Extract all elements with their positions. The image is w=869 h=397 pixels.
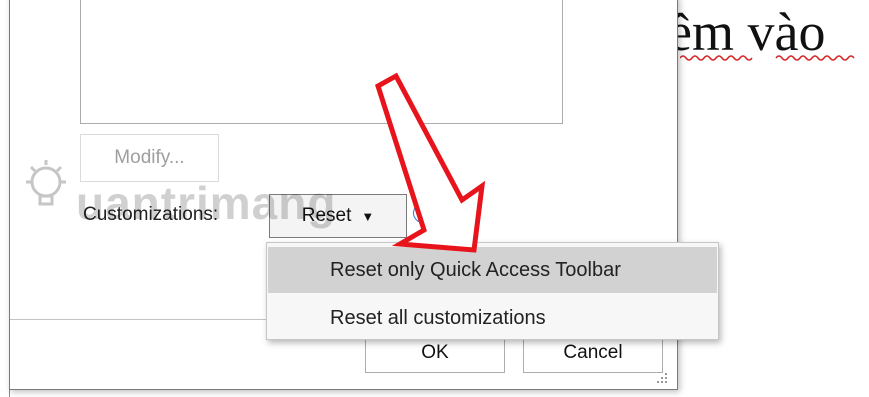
watermark-text: uantrimang — [76, 177, 337, 229]
spellcheck-underline — [680, 55, 855, 61]
modify-button[interactable]: Modify... — [80, 134, 219, 182]
screenshot-stage: ềm vào Modify... Customizations: Reset ▼… — [0, 0, 869, 397]
document-text: ềm vào — [668, 2, 826, 62]
lightbulb-watermark-icon — [26, 160, 66, 206]
resize-grip-icon[interactable] — [653, 371, 669, 387]
annotation-arrow-icon — [374, 72, 486, 253]
dialog-divider — [10, 319, 268, 320]
menu-item-reset-all-customizations[interactable]: Reset all customizations — [268, 295, 717, 341]
